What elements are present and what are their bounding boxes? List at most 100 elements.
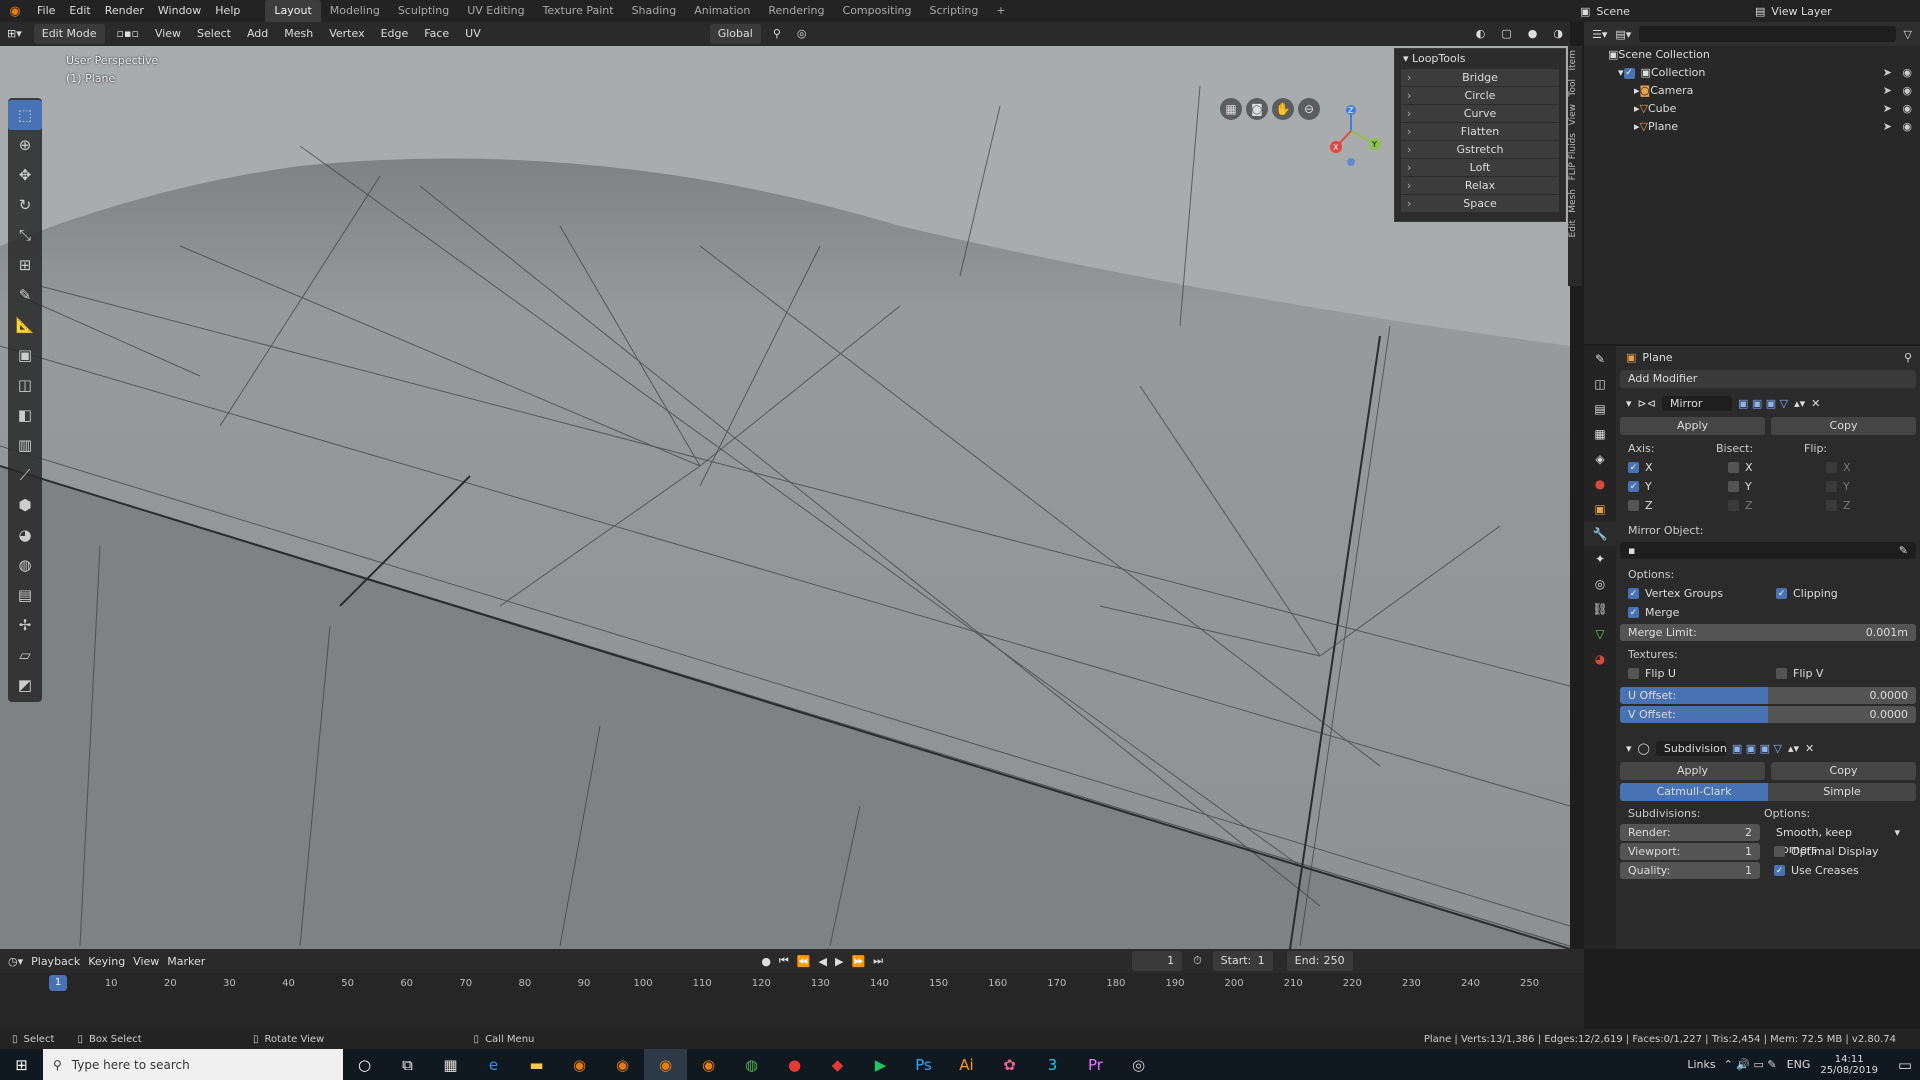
rotate-tool-icon[interactable]: ↻: [8, 190, 42, 220]
taskbar-search[interactable]: ⚲ Type here to search: [43, 1049, 343, 1080]
looptools-bridge[interactable]: › Bridge: [1401, 69, 1559, 87]
blender-logo-icon[interactable]: ◉: [0, 4, 30, 19]
shrink-fatten-tool-icon[interactable]: ✢: [8, 610, 42, 640]
tool-tab-icon[interactable]: ✎: [1584, 346, 1616, 371]
viewport-levels-field[interactable]: Viewport: 1: [1620, 843, 1760, 860]
neg-z-axis-ball[interactable]: [1347, 158, 1355, 166]
hand-pan-icon[interactable]: ✋: [1272, 98, 1294, 120]
render-levels-field[interactable]: Render: 2: [1620, 824, 1760, 841]
physics-tab-icon[interactable]: ◎: [1584, 571, 1616, 596]
mode-dropdown[interactable]: Edit Mode: [33, 24, 105, 44]
optimal-display-checkbox[interactable]: Optimal Display: [1774, 845, 1879, 858]
tab-scripting[interactable]: Scripting: [920, 0, 987, 22]
tab-mesh[interactable]: Mesh: [1568, 185, 1578, 217]
looptools-space[interactable]: › Space: [1401, 195, 1559, 213]
zoom-icon[interactable]: ⊖: [1298, 98, 1320, 120]
menu-render[interactable]: Render: [98, 0, 151, 22]
flip-x-checkbox[interactable]: X: [1826, 461, 1851, 474]
tab-view[interactable]: View: [1568, 100, 1578, 129]
subdivision-name-field[interactable]: Subdivision: [1655, 740, 1727, 756]
chrome-icon[interactable]: ◍: [730, 1049, 773, 1080]
view-layer-tab-icon[interactable]: ▦: [1584, 421, 1616, 446]
next-key-icon[interactable]: ⏩: [851, 955, 865, 968]
merge-limit-field[interactable]: Merge Limit: 0.001m: [1620, 624, 1916, 641]
mirror-copy-button[interactable]: Copy: [1771, 417, 1916, 435]
outliner-search-input[interactable]: [1639, 26, 1896, 42]
modifier-tab-icon[interactable]: 🔧: [1584, 521, 1616, 546]
task-view-icon[interactable]: ⧉: [386, 1049, 429, 1080]
material-tab-icon[interactable]: ◕: [1584, 646, 1616, 671]
select-arrow-icon[interactable]: ➤: [1883, 100, 1892, 118]
play-reverse-icon[interactable]: ◀: [819, 955, 827, 968]
add-workspace-button[interactable]: +: [987, 0, 1014, 22]
axis-z-checkbox[interactable]: Z: [1628, 499, 1728, 512]
outliner-cube[interactable]: ▸ ▽ Cube ➤ ◉: [1584, 100, 1920, 118]
eye-icon[interactable]: ◉: [1902, 118, 1912, 136]
jump-end-icon[interactable]: ⏭: [873, 954, 883, 968]
poly-build-tool-icon[interactable]: ⬢: [8, 490, 42, 520]
premiere-icon[interactable]: Pr: [1074, 1049, 1117, 1080]
tab-flip-fluids[interactable]: FLIP Fluids: [1568, 129, 1578, 184]
shading-material-icon[interactable]: ◑: [1546, 22, 1570, 46]
collapse-icon[interactable]: ▾: [1626, 397, 1632, 410]
tab-shading[interactable]: Shading: [623, 0, 686, 22]
object-tab-icon[interactable]: ▣: [1584, 496, 1616, 521]
app-red-icon[interactable]: ●: [773, 1049, 816, 1080]
outliner-camera[interactable]: ▸ ◙ Camera ➤ ◉: [1584, 82, 1920, 100]
move-up-down-icon[interactable]: ▴▾: [1794, 397, 1805, 410]
record-icon[interactable]: ●: [761, 955, 771, 968]
world-tab-icon[interactable]: ●: [1584, 471, 1616, 496]
photoshop-icon[interactable]: Ps: [902, 1049, 945, 1080]
start-frame-field[interactable]: Start: 1: [1212, 951, 1273, 971]
modifier-visibility-icons[interactable]: ▣ ▣ ▣ ▽: [1738, 397, 1788, 410]
illustrator-icon[interactable]: Ai: [945, 1049, 988, 1080]
grid-icon[interactable]: ▦: [1220, 98, 1242, 120]
display-mode-icon[interactable]: ▤▾: [1615, 28, 1631, 41]
clock[interactable]: 14:11 25/08/2019: [1820, 1054, 1890, 1076]
subdivision-apply-button[interactable]: Apply: [1620, 762, 1765, 780]
windows-start-icon[interactable]: ⊞: [0, 1049, 43, 1080]
notifications-icon[interactable]: ▭: [1890, 1049, 1920, 1080]
3d-viewport[interactable]: ⬚ ⊕ ✥ ↻ ⤡ ⊞ ✎ 📐 ▣ ◫ ◧ ▥ ⟋ ⬢ ◕ ◍ ▤ ✢ ▱ ◩ …: [0, 46, 1570, 949]
use-creases-checkbox[interactable]: ✓ Use Creases: [1774, 864, 1859, 877]
select-arrow-icon[interactable]: ➤: [1883, 64, 1892, 82]
menu-playback[interactable]: Playback: [31, 955, 80, 968]
proportional-edit-icon[interactable]: ◎: [790, 22, 814, 46]
file-explorer-icon[interactable]: ▬: [515, 1049, 558, 1080]
outliner-scene-collection[interactable]: ▣ Scene Collection: [1584, 46, 1920, 64]
scale-tool-icon[interactable]: ⤡: [8, 220, 42, 250]
scene-selector[interactable]: ▣ Scene: [1580, 0, 1630, 22]
filter-icon[interactable]: ▽: [1904, 28, 1912, 41]
menu-edit[interactable]: Edit: [62, 0, 97, 22]
select-arrow-icon[interactable]: ➤: [1883, 82, 1892, 100]
shading-solid-icon[interactable]: ●: [1521, 22, 1545, 46]
flip-u-checkbox[interactable]: Flip U: [1628, 667, 1776, 680]
tab-animation[interactable]: Animation: [685, 0, 759, 22]
blender-app-icon-2[interactable]: ◉: [601, 1049, 644, 1080]
move-up-down-icon[interactable]: ▴▾: [1788, 742, 1799, 755]
tab-compositing[interactable]: Compositing: [834, 0, 921, 22]
clock-icon[interactable]: ◷▾: [8, 955, 23, 968]
clipping-checkbox[interactable]: ✓ Clipping: [1776, 587, 1838, 600]
prev-key-icon[interactable]: ⏪: [797, 955, 811, 968]
calculator-icon[interactable]: ▦: [429, 1049, 472, 1080]
knife-tool-icon[interactable]: ⟋: [8, 460, 42, 490]
looptools-gstretch[interactable]: › Gstretch: [1401, 141, 1559, 159]
play-icon[interactable]: ▶: [835, 955, 843, 968]
tab-rendering[interactable]: Rendering: [759, 0, 833, 22]
axis-x-checkbox[interactable]: ✓ X: [1628, 461, 1728, 474]
expand-icon[interactable]: ▾: [1618, 64, 1624, 82]
extrude-tool-icon[interactable]: ▣: [8, 340, 42, 370]
language-indicator[interactable]: ENG: [1787, 1058, 1821, 1071]
mirror-object-field[interactable]: ▪ ✎: [1620, 542, 1916, 559]
links-label[interactable]: Links: [1687, 1058, 1723, 1071]
tab-edit[interactable]: Edit: [1568, 216, 1578, 241]
view-layer-selector[interactable]: ▤ View Layer: [1755, 0, 1832, 22]
spin-tool-icon[interactable]: ◕: [8, 520, 42, 550]
jump-start-icon[interactable]: ⏮: [779, 954, 789, 968]
pin-icon[interactable]: ⚲: [1904, 351, 1920, 364]
tab-modeling[interactable]: Modeling: [321, 0, 389, 22]
transform-tool-icon[interactable]: ⊞: [8, 250, 42, 280]
looptools-curve[interactable]: › Curve: [1401, 105, 1559, 123]
menu-uv[interactable]: UV: [458, 22, 488, 46]
